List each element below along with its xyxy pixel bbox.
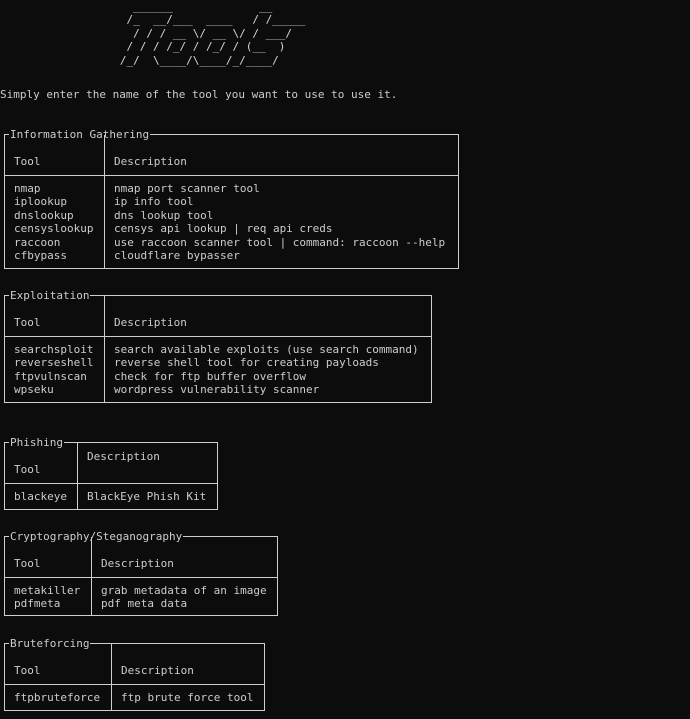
- header-divider: [5, 336, 431, 337]
- header-description: Description: [87, 450, 160, 463]
- section-bruteforcing: Bruteforcing Tool Description ftpbrutefo…: [4, 637, 265, 711]
- section-information-gathering: Information Gathering Tool Description n…: [4, 128, 459, 269]
- tool-name[interactable]: reverseshell: [14, 356, 93, 369]
- tool-description: check for ftp buffer overflow: [114, 369, 307, 383]
- tool-description: BlackEye Phish Kit: [87, 490, 207, 503]
- tool-description: search available exploits (use search co…: [114, 343, 419, 356]
- tool-description: reverse shell tool for creating payloads: [114, 356, 379, 370]
- section-title: Bruteforcing: [9, 637, 91, 651]
- tool-name[interactable]: nmap: [14, 182, 41, 195]
- tool-name[interactable]: metakiller: [14, 584, 80, 597]
- section-exploitation: Exploitation Tool Description searchsplo…: [4, 289, 432, 403]
- header-divider: [5, 684, 264, 685]
- section-cryptography-steganography: Cryptography/Steganography Tool Descript…: [4, 530, 278, 616]
- tool-name[interactable]: wpseku: [14, 383, 54, 396]
- tool-description: use raccoon scanner tool | command: racc…: [114, 235, 446, 249]
- tool-description: ftp brute force tool: [121, 691, 254, 704]
- tool-description: dns lookup tool: [114, 208, 214, 222]
- tool-name[interactable]: pdfmeta: [14, 597, 60, 610]
- column-separator: [77, 443, 78, 509]
- header-tool: Tool: [14, 664, 41, 677]
- column-separator: [111, 644, 112, 710]
- header-description: Description: [101, 557, 174, 570]
- tool-name[interactable]: ftpvulnscan: [14, 370, 87, 383]
- tool-name[interactable]: dnslookup: [14, 209, 74, 222]
- column-separator: [104, 135, 105, 268]
- tool-name[interactable]: blackeye: [14, 490, 67, 503]
- tool-description: pdf meta data: [101, 597, 188, 611]
- tool-name[interactable]: iplookup: [14, 195, 67, 208]
- header-description: Description: [114, 155, 187, 168]
- header-description: Description: [114, 316, 187, 329]
- header-description: Description: [121, 664, 194, 677]
- header-divider: [5, 577, 277, 578]
- tool-name[interactable]: raccoon: [14, 236, 60, 249]
- section-title: Exploitation: [9, 289, 91, 303]
- tool-name[interactable]: censyslookup: [14, 222, 93, 235]
- header-divider: [5, 175, 458, 176]
- tool-name[interactable]: searchsploit: [14, 343, 93, 356]
- ascii-banner: ______ __ /_ __/___ ____ / /_____ / / / …: [119, 0, 306, 67]
- header-tool: Tool: [14, 316, 41, 329]
- section-title: Information Gathering: [9, 128, 151, 142]
- tool-description: grab metadata of an image: [101, 584, 267, 597]
- tool-description: wordpress vulnerability scanner: [114, 383, 320, 397]
- header-divider: [5, 483, 217, 484]
- tool-description: censys api lookup | req api creds: [114, 222, 333, 236]
- header-tool: Tool: [14, 155, 41, 168]
- header-tool: Tool: [14, 557, 41, 570]
- section-title: Phishing: [9, 436, 64, 450]
- column-separator: [91, 537, 92, 615]
- terminal-window: ______ __ /_ __/___ ____ / /_____ / / / …: [0, 0, 690, 719]
- section-phishing: Phishing Tool Description blackeye Black…: [4, 436, 218, 510]
- section-title: Cryptography/Steganography: [9, 530, 184, 544]
- intro-text: Simply enter the name of the tool you wa…: [0, 88, 398, 101]
- tool-name[interactable]: ftpbruteforce: [14, 691, 100, 704]
- tool-name[interactable]: cfbypass: [14, 249, 67, 262]
- column-separator: [104, 296, 105, 402]
- header-tool: Tool: [14, 463, 41, 476]
- tool-description: nmap port scanner tool: [114, 182, 260, 195]
- tool-description: cloudflare bypasser: [114, 249, 240, 262]
- tool-description: ip info tool: [114, 195, 194, 209]
